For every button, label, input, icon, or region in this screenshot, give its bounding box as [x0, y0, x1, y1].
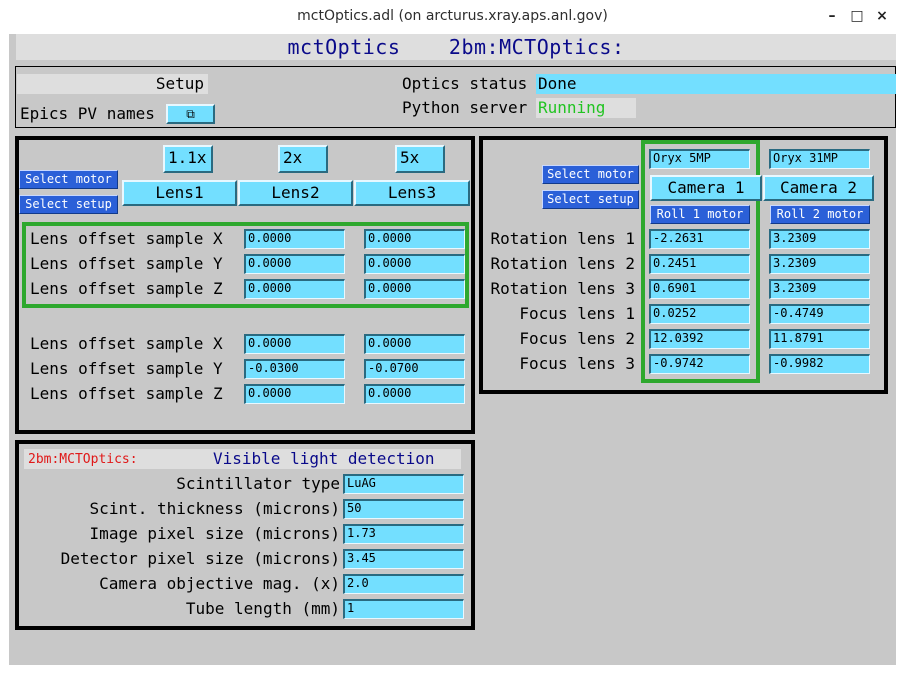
lens-offset-x-readback-1[interactable]: 0.0000 [244, 334, 345, 354]
related-display-icon: ⧉ [186, 107, 195, 121]
camera-objective-mag-field[interactable]: 2.0 [343, 574, 464, 594]
detection-row-label: Scint. thickness (microns) [89, 499, 340, 518]
focus-lens2-camera2-field[interactable]: 11.8791 [769, 329, 870, 349]
lens3-magnification[interactable]: 5x [395, 145, 445, 173]
lens-offset-label: Lens offset sample X [30, 229, 223, 248]
lens-offset-y-lens2-field[interactable]: 0.0000 [364, 254, 465, 274]
focus-lens3-camera1-field[interactable]: -0.9742 [649, 354, 750, 374]
lens-offset-x-lens2-field[interactable]: 0.0000 [364, 229, 465, 249]
lens-offset-z-readback-2[interactable]: 0.0000 [364, 384, 465, 404]
camera1-button[interactable]: Camera 1 [650, 175, 762, 201]
detector-pixel-size-field[interactable]: 3.45 [343, 549, 464, 569]
optics-status-label: Optics status [402, 74, 528, 93]
lens-offset-x-lens1-field[interactable]: 0.0000 [244, 229, 345, 249]
detection-title: Visible light detection [213, 449, 435, 468]
rotation-lens2-camera1-field[interactable]: 0.2451 [649, 254, 750, 274]
python-server-label: Python server [402, 98, 528, 117]
detection-prefix: 2bm:MCTOptics: [28, 452, 138, 467]
optics-status-value: Done [536, 74, 896, 94]
window-title: mctOptics.adl (on arcturus.xray.aps.anl.… [297, 8, 608, 24]
rotation-lens2-camera2-field[interactable]: 3.2309 [769, 254, 870, 274]
lens-offset-x-readback-2[interactable]: 0.0000 [364, 334, 465, 354]
rotation-lens1-camera2-field[interactable]: 3.2309 [769, 229, 870, 249]
python-server-value: Running [536, 98, 636, 118]
screen-title: mctOptics [287, 35, 401, 59]
minimize-icon[interactable]: – [823, 7, 841, 25]
detection-row-label: Detector pixel size (microns) [60, 549, 340, 568]
close-icon[interactable]: × [873, 7, 891, 25]
detection-row-label: Camera objective mag. (x) [99, 574, 340, 593]
lens3-button[interactable]: Lens3 [354, 180, 470, 206]
camera-row-label: Focus lens 2 [519, 329, 635, 348]
lens1-magnification[interactable]: 1.1x [163, 145, 213, 173]
tube-length-field[interactable]: 1 [343, 599, 464, 619]
image-pixel-size-field[interactable]: 1.73 [343, 524, 464, 544]
camera1-model-field[interactable]: Oryx 5MP [649, 149, 750, 169]
lens-offset-z-lens2-field[interactable]: 0.0000 [364, 279, 465, 299]
lens-select-setup-button[interactable]: Select setup [19, 195, 118, 214]
camera-row-label: Rotation lens 2 [490, 254, 636, 273]
setup-label: Setup [17, 74, 208, 94]
roll2-motor-button[interactable]: Roll 2 motor [770, 205, 870, 224]
lens-offset-label: Lens offset sample Z [30, 279, 223, 298]
maximize-icon[interactable]: □ [848, 7, 866, 25]
lens-offset-z-readback-1[interactable]: 0.0000 [244, 384, 345, 404]
scint-thickness-field[interactable]: 50 [343, 499, 464, 519]
detection-row-label: Image pixel size (microns) [89, 524, 340, 543]
screen-prefix: 2bm:MCTOptics: [448, 35, 625, 59]
focus-lens3-camera2-field[interactable]: -0.9982 [769, 354, 870, 374]
lens1-button[interactable]: Lens1 [122, 180, 237, 206]
focus-lens2-camera1-field[interactable]: 12.0392 [649, 329, 750, 349]
lens2-magnification[interactable]: 2x [278, 145, 328, 173]
camera-row-label: Rotation lens 3 [490, 279, 636, 298]
scintillator-type-field[interactable]: LuAG [343, 474, 464, 494]
roll1-motor-button[interactable]: Roll 1 motor [650, 205, 750, 224]
camera-select-motor-button[interactable]: Select motor [542, 165, 639, 184]
lens-offset-z-lens1-field[interactable]: 0.0000 [244, 279, 345, 299]
camera-row-label: Focus lens 1 [519, 304, 635, 323]
lens-select-motor-button[interactable]: Select motor [19, 170, 118, 189]
camera-row-label: Rotation lens 1 [490, 229, 636, 248]
camera-select-setup-button[interactable]: Select setup [542, 190, 639, 209]
lens2-button[interactable]: Lens2 [238, 180, 353, 206]
camera-row-label: Focus lens 3 [519, 354, 635, 373]
screen-header: mctOptics 2bm:MCTOptics: [16, 34, 896, 60]
focus-lens1-camera2-field[interactable]: -0.4749 [769, 304, 870, 324]
lens-offset-y-lens1-field[interactable]: 0.0000 [244, 254, 345, 274]
lens-offset-y-readback-2[interactable]: -0.0700 [364, 359, 465, 379]
lens-offset-label: Lens offset sample X [30, 334, 223, 353]
epics-pv-names-label: Epics PV names [20, 104, 155, 123]
lens-offset-y-readback-1[interactable]: -0.0300 [244, 359, 345, 379]
detection-row-label: Scintillator type [176, 474, 340, 493]
camera2-model-field[interactable]: Oryx 31MP [769, 149, 870, 169]
focus-lens1-camera1-field[interactable]: 0.0252 [649, 304, 750, 324]
rotation-lens1-camera1-field[interactable]: -2.2631 [649, 229, 750, 249]
lens-offset-label: Lens offset sample Y [30, 359, 223, 378]
rotation-lens3-camera1-field[interactable]: 0.6901 [649, 279, 750, 299]
epics-pv-names-button[interactable]: ⧉ [166, 104, 215, 124]
camera2-button[interactable]: Camera 2 [763, 175, 874, 201]
lens-offset-label: Lens offset sample Y [30, 254, 223, 273]
detection-row-label: Tube length (mm) [185, 599, 340, 618]
rotation-lens3-camera2-field[interactable]: 3.2309 [769, 279, 870, 299]
lens-offset-label: Lens offset sample Z [30, 384, 223, 403]
